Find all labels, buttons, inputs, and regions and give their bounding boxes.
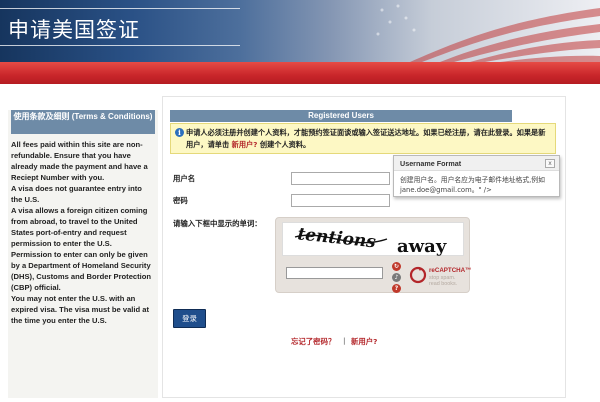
terms-sidebar: 使用条款及细则 (Terms & Conditions) All fees pa… xyxy=(8,110,158,398)
recaptcha-logo: reCAPTCHA™ stop spam. read books. xyxy=(409,263,472,291)
page-title: 申请美国签证 xyxy=(8,18,140,42)
recaptcha-widget: tentions away ↻ ♪ ? reCAPTCHA™ stop spam… xyxy=(275,217,472,293)
banner-rule-top xyxy=(0,8,240,9)
us-flag-graphic xyxy=(376,4,600,62)
recaptcha-tagline: stop spam. read books. xyxy=(429,275,457,287)
password-label: 密码 xyxy=(173,196,188,205)
captcha-word-2: away xyxy=(397,236,447,257)
notice-suffix: 创建个人资料。 xyxy=(259,140,311,149)
tooltip-header: Username Format x xyxy=(394,156,559,171)
recaptcha-tag-2: read books. xyxy=(429,281,458,287)
recaptcha-brand: reCAPTCHA™ xyxy=(429,267,472,274)
audio-icon[interactable]: ♪ xyxy=(392,273,401,282)
recaptcha-arrow-icon xyxy=(409,266,427,284)
header-red-bar xyxy=(0,62,600,84)
captcha-image: tentions away xyxy=(282,222,464,257)
notice-text: 申请人必须注册并创建个人资料，才能预约签证面谈或输入签证送达地址。如果已经注册，… xyxy=(186,127,552,151)
tooltip-body: 创建用户名。用户名应为电子邮件地址格式,例如 jane.doe@gmail.co… xyxy=(400,176,545,194)
registration-notice: i 申请人必须注册并创建个人资料，才能预约签证面谈或输入签证送达地址。如果已经注… xyxy=(170,123,556,154)
captcha-word-1: tentions xyxy=(296,224,377,252)
login-button[interactable]: 登录 xyxy=(173,309,206,328)
terms-heading: 使用条款及细则 (Terms & Conditions) xyxy=(11,110,155,134)
captcha-words-graphic: tentions away xyxy=(294,224,447,257)
close-icon[interactable]: x xyxy=(545,159,555,168)
header-banner: 申请美国签证 xyxy=(0,0,600,62)
captcha-label: 请输入下框中显示的单词： xyxy=(173,219,262,228)
help-icon[interactable]: ? xyxy=(392,284,401,293)
new-user-link[interactable]: 新用户? xyxy=(351,336,377,347)
username-label: 用户名 xyxy=(173,174,196,183)
username-format-tooltip: Username Format x 创建用户名。用户名应为电子邮件地址格式,例如… xyxy=(393,155,560,197)
forgot-password-link[interactable]: 忘记了密码？ xyxy=(291,336,335,347)
username-input[interactable] xyxy=(291,172,390,185)
terms-body: All fees paid within this site are non-r… xyxy=(11,140,152,325)
registered-users-heading: Registered Users xyxy=(170,110,512,122)
captcha-response-input[interactable] xyxy=(286,267,383,279)
banner-rule-bottom xyxy=(0,45,240,46)
tooltip-title: Username Format xyxy=(400,159,462,168)
notice-new-user-link[interactable]: 新用户? xyxy=(232,140,258,149)
link-separator: | xyxy=(343,336,346,345)
password-input[interactable] xyxy=(291,194,390,207)
refresh-icon[interactable]: ↻ xyxy=(392,262,401,271)
login-panel: Registered Users i 申请人必须注册并创建个人资料，才能预约签证… xyxy=(162,96,566,398)
info-icon: i xyxy=(175,128,184,137)
